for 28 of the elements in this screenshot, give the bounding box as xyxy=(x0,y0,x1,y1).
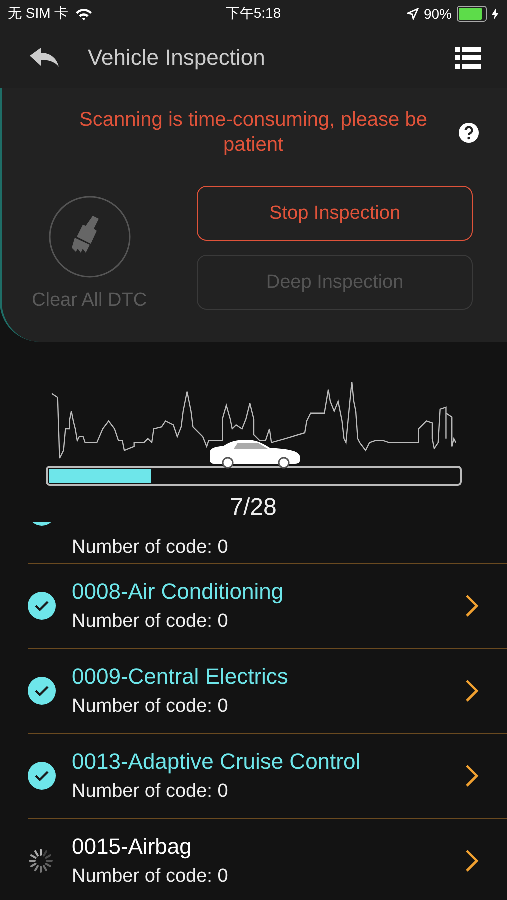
chevron-right-icon[interactable] xyxy=(465,594,479,618)
module-name: 0013-Adaptive Cruise Control xyxy=(72,749,362,775)
chevron-right-icon[interactable] xyxy=(465,679,479,703)
progress-count: 7/28 xyxy=(230,494,277,522)
wifi-icon xyxy=(74,8,93,20)
charging-bolt-icon xyxy=(492,8,499,20)
list-menu-icon[interactable] xyxy=(455,47,481,69)
stop-inspection-button[interactable]: Stop Inspection xyxy=(197,186,473,241)
code-count: Number of code: 0 xyxy=(72,866,230,888)
help-icon[interactable] xyxy=(459,123,479,143)
battery-icon xyxy=(457,6,487,22)
battery-percent: 90% xyxy=(424,6,452,22)
chevron-right-icon[interactable] xyxy=(465,764,479,788)
code-count: Number of code: 0 xyxy=(72,781,230,803)
carrier-text: 无 SIM 卡 xyxy=(8,5,69,23)
broom-icon xyxy=(48,196,131,278)
clock-text: 下午5:18 xyxy=(226,5,282,23)
location-arrow-icon xyxy=(406,8,419,20)
module-name: 0015-Airbag xyxy=(72,834,193,860)
code-count: Number of code: 0 xyxy=(72,696,230,718)
module-name: 0009-Central Electrics xyxy=(72,664,290,690)
notice-text: Scanning is time-consuming, please be patient xyxy=(78,108,428,158)
code-count: Number of code: 0 xyxy=(72,611,230,633)
back-icon[interactable] xyxy=(30,48,60,68)
module-name: 0008-Air Conditioning xyxy=(72,579,285,605)
screen-title: Vehicle Inspection xyxy=(88,45,266,71)
code-count: Number of code: 0 xyxy=(72,537,230,559)
chevron-right-icon[interactable] xyxy=(465,849,479,873)
